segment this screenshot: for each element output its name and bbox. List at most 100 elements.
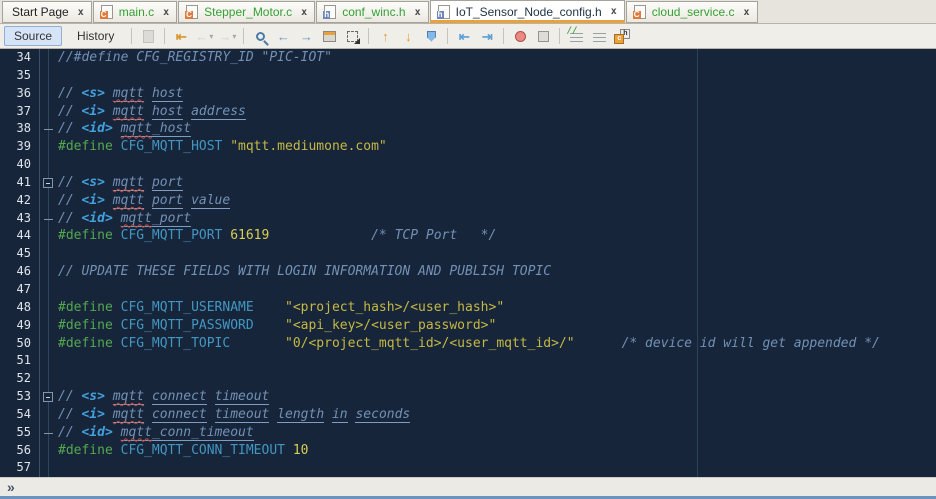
code-line-41[interactable]: 41 // <s> mqtt port [0, 173, 936, 192]
c-source-file-icon: C [99, 5, 113, 19]
code-line-42[interactable]: 42 // <i> mqtt port value [0, 191, 936, 210]
code-line-37[interactable]: 37 // <i> mqtt host address [0, 102, 936, 121]
history-button[interactable]: History [67, 26, 124, 46]
code-text: // UPDATE THESE FIELDS WITH LOGIN INFORM… [58, 264, 552, 280]
line-number: 56 [0, 441, 40, 460]
code-text: #define CFG_MQTT_PORT 61619 /* TCP Port … [58, 228, 497, 244]
tab-close-icon[interactable]: x [78, 7, 84, 18]
c-source-file-icon: C [185, 5, 199, 19]
code-text: #define CFG_MQTT_USERNAME "<project_hash… [58, 299, 505, 315]
stop-macro-icon[interactable] [534, 27, 552, 45]
tab-start-page[interactable]: Start Page x [2, 1, 92, 23]
code-line-53[interactable]: 53 // <s> mqtt connect timeout [0, 388, 936, 406]
tab-label: IoT_Sensor_Node_config.h [455, 4, 602, 19]
fold-column [40, 298, 58, 317]
toggle-bookmark-icon[interactable] [422, 27, 440, 45]
line-number: 50 [0, 334, 40, 353]
code-line-56[interactable]: 56 #define CFG_MQTT_CONN_TIMEOUT 10 [0, 441, 936, 460]
tab-main-c[interactable]: Cmain.c x [92, 1, 178, 23]
toolbar-separator [243, 28, 245, 44]
code-line-47[interactable]: 47 [0, 280, 936, 299]
fold-column [40, 334, 58, 353]
tab-stepper-motor-c[interactable]: C Stepper_Motor.c x [178, 1, 316, 23]
code-line-34[interactable]: 34 //#define CFG_REGISTRY_ID "PIC-IOT" [0, 49, 936, 67]
fold-column [40, 280, 58, 299]
line-number: 42 [0, 191, 40, 210]
code-text: // <i> mqtt connect timeout length in se… [58, 406, 411, 423]
record-macro-icon[interactable] [511, 27, 529, 45]
header-file-icon: h [436, 4, 450, 19]
code-text: #define CFG_MQTT_HOST "mqtt.mediumone.co… [58, 139, 387, 155]
code-text: #define CFG_MQTT_TOPIC "0/<project_mqtt_… [58, 335, 880, 351]
previous-bookmark-icon[interactable]: ↑ [376, 27, 394, 45]
find-selection-icon[interactable] [251, 27, 269, 45]
fold-column [40, 459, 58, 477]
fold-column [40, 245, 58, 263]
back-icon[interactable]: ← ▾ [195, 27, 213, 45]
tab-close-icon[interactable]: x [415, 7, 421, 18]
versioning-diff-icon[interactable] [139, 27, 157, 45]
tab-iot-sensor-node-config-h[interactable]: h IoT_Sensor_Node_config.h x [429, 0, 625, 23]
code-line-43[interactable]: 43 // <id> mqtt_port [0, 209, 936, 228]
shift-line-left-icon[interactable]: ⇤ [455, 27, 473, 45]
source-button[interactable]: Source [4, 26, 63, 46]
code-line-46[interactable]: 46 // UPDATE THESE FIELDS WITH LOGIN INFO… [0, 263, 936, 281]
line-number: 52 [0, 370, 40, 389]
code-line-36[interactable]: 36 // <s> mqtt host [0, 84, 936, 103]
tab-close-icon[interactable]: x [611, 6, 617, 17]
code-line-55[interactable]: 55 // <id> mqtt_conn_timeout [0, 423, 936, 442]
fold-column [40, 191, 58, 210]
code-editor[interactable]: 34//#define CFG_REGISTRY_ID "PIC-IOT" 35 3… [0, 49, 936, 477]
shift-line-right-icon[interactable]: ⇥ [478, 27, 496, 45]
code-text: // <id> mqtt_conn_timeout [58, 424, 254, 441]
toggle-header-source-icon[interactable]: hc [613, 27, 631, 45]
line-number: 53 [0, 388, 40, 406]
comment-icon[interactable]: // [567, 26, 585, 45]
tab-close-icon[interactable]: x [163, 7, 169, 18]
code-line-48[interactable]: 48 #define CFG_MQTT_USERNAME "<project_ha… [0, 298, 936, 317]
fold-collapse-icon[interactable] [43, 177, 53, 188]
last-edit-location-icon[interactable]: ⇤ [172, 27, 190, 45]
line-number: 35 [0, 66, 40, 85]
code-line-51[interactable]: 51 [0, 352, 936, 371]
fold-column [40, 156, 58, 174]
line-number: 54 [0, 405, 40, 424]
code-line-40[interactable]: 40 [0, 156, 936, 174]
find-previous-occurrence-icon[interactable]: ← [274, 27, 292, 45]
code-line-38[interactable]: 38 // <id> mqtt_host [0, 120, 936, 139]
tab-close-icon[interactable]: x [301, 7, 307, 18]
toggle-highlight-search-icon[interactable] [320, 27, 338, 45]
line-number: 57 [0, 459, 40, 477]
breadcrumb-bar: » [0, 477, 936, 496]
code-line-45[interactable]: 45 [0, 245, 936, 264]
breadcrumb-expand-icon[interactable]: » [7, 480, 15, 494]
code-line-54[interactable]: 54 // <i> mqtt connect timeout length in … [0, 405, 936, 424]
tab-label: conf_winc.h [342, 5, 406, 19]
find-next-occurrence-icon[interactable]: → [297, 27, 315, 45]
forward-icon[interactable]: → ▾ [218, 27, 236, 45]
fold-column [40, 352, 58, 371]
code-text: #define CFG_MQTT_PASSWORD "<api_key>/<us… [58, 317, 497, 333]
fold-column [40, 173, 58, 192]
fold-collapse-icon[interactable] [43, 392, 53, 403]
code-line-35[interactable]: 35 [0, 66, 936, 85]
code-line-52[interactable]: 52 [0, 370, 936, 389]
tab-close-icon[interactable]: x [743, 7, 749, 18]
line-number: 49 [0, 316, 40, 335]
code-text: // <s> mqtt connect timeout [58, 389, 270, 406]
code-line-50[interactable]: 50 #define CFG_MQTT_TOPIC "0/<project_mqt… [0, 334, 936, 353]
toggle-rectangular-selection-icon[interactable] [343, 27, 361, 45]
next-bookmark-icon[interactable]: ↓ [399, 27, 417, 45]
tab-cloud-service-c[interactable]: Ccloud_service.c x [625, 1, 758, 23]
line-number: 40 [0, 156, 40, 174]
code-line-57[interactable]: 57 [0, 459, 936, 477]
code-line-39[interactable]: 39 #define CFG_MQTT_HOST "mqtt.mediumone.… [0, 138, 936, 157]
uncomment-icon[interactable] [590, 27, 608, 45]
code-line-49[interactable]: 49 #define CFG_MQTT_PASSWORD "<api_key>/<… [0, 316, 936, 335]
code-line-44[interactable]: 44 #define CFG_MQTT_PORT 61619 /* TCP Por… [0, 227, 936, 246]
tab-conf-winc-h[interactable]: h conf_winc.h x [316, 1, 429, 23]
fold-end-mark [44, 432, 53, 434]
fold-column [40, 84, 58, 103]
line-number: 43 [0, 209, 40, 228]
line-number: 38 [0, 120, 40, 139]
